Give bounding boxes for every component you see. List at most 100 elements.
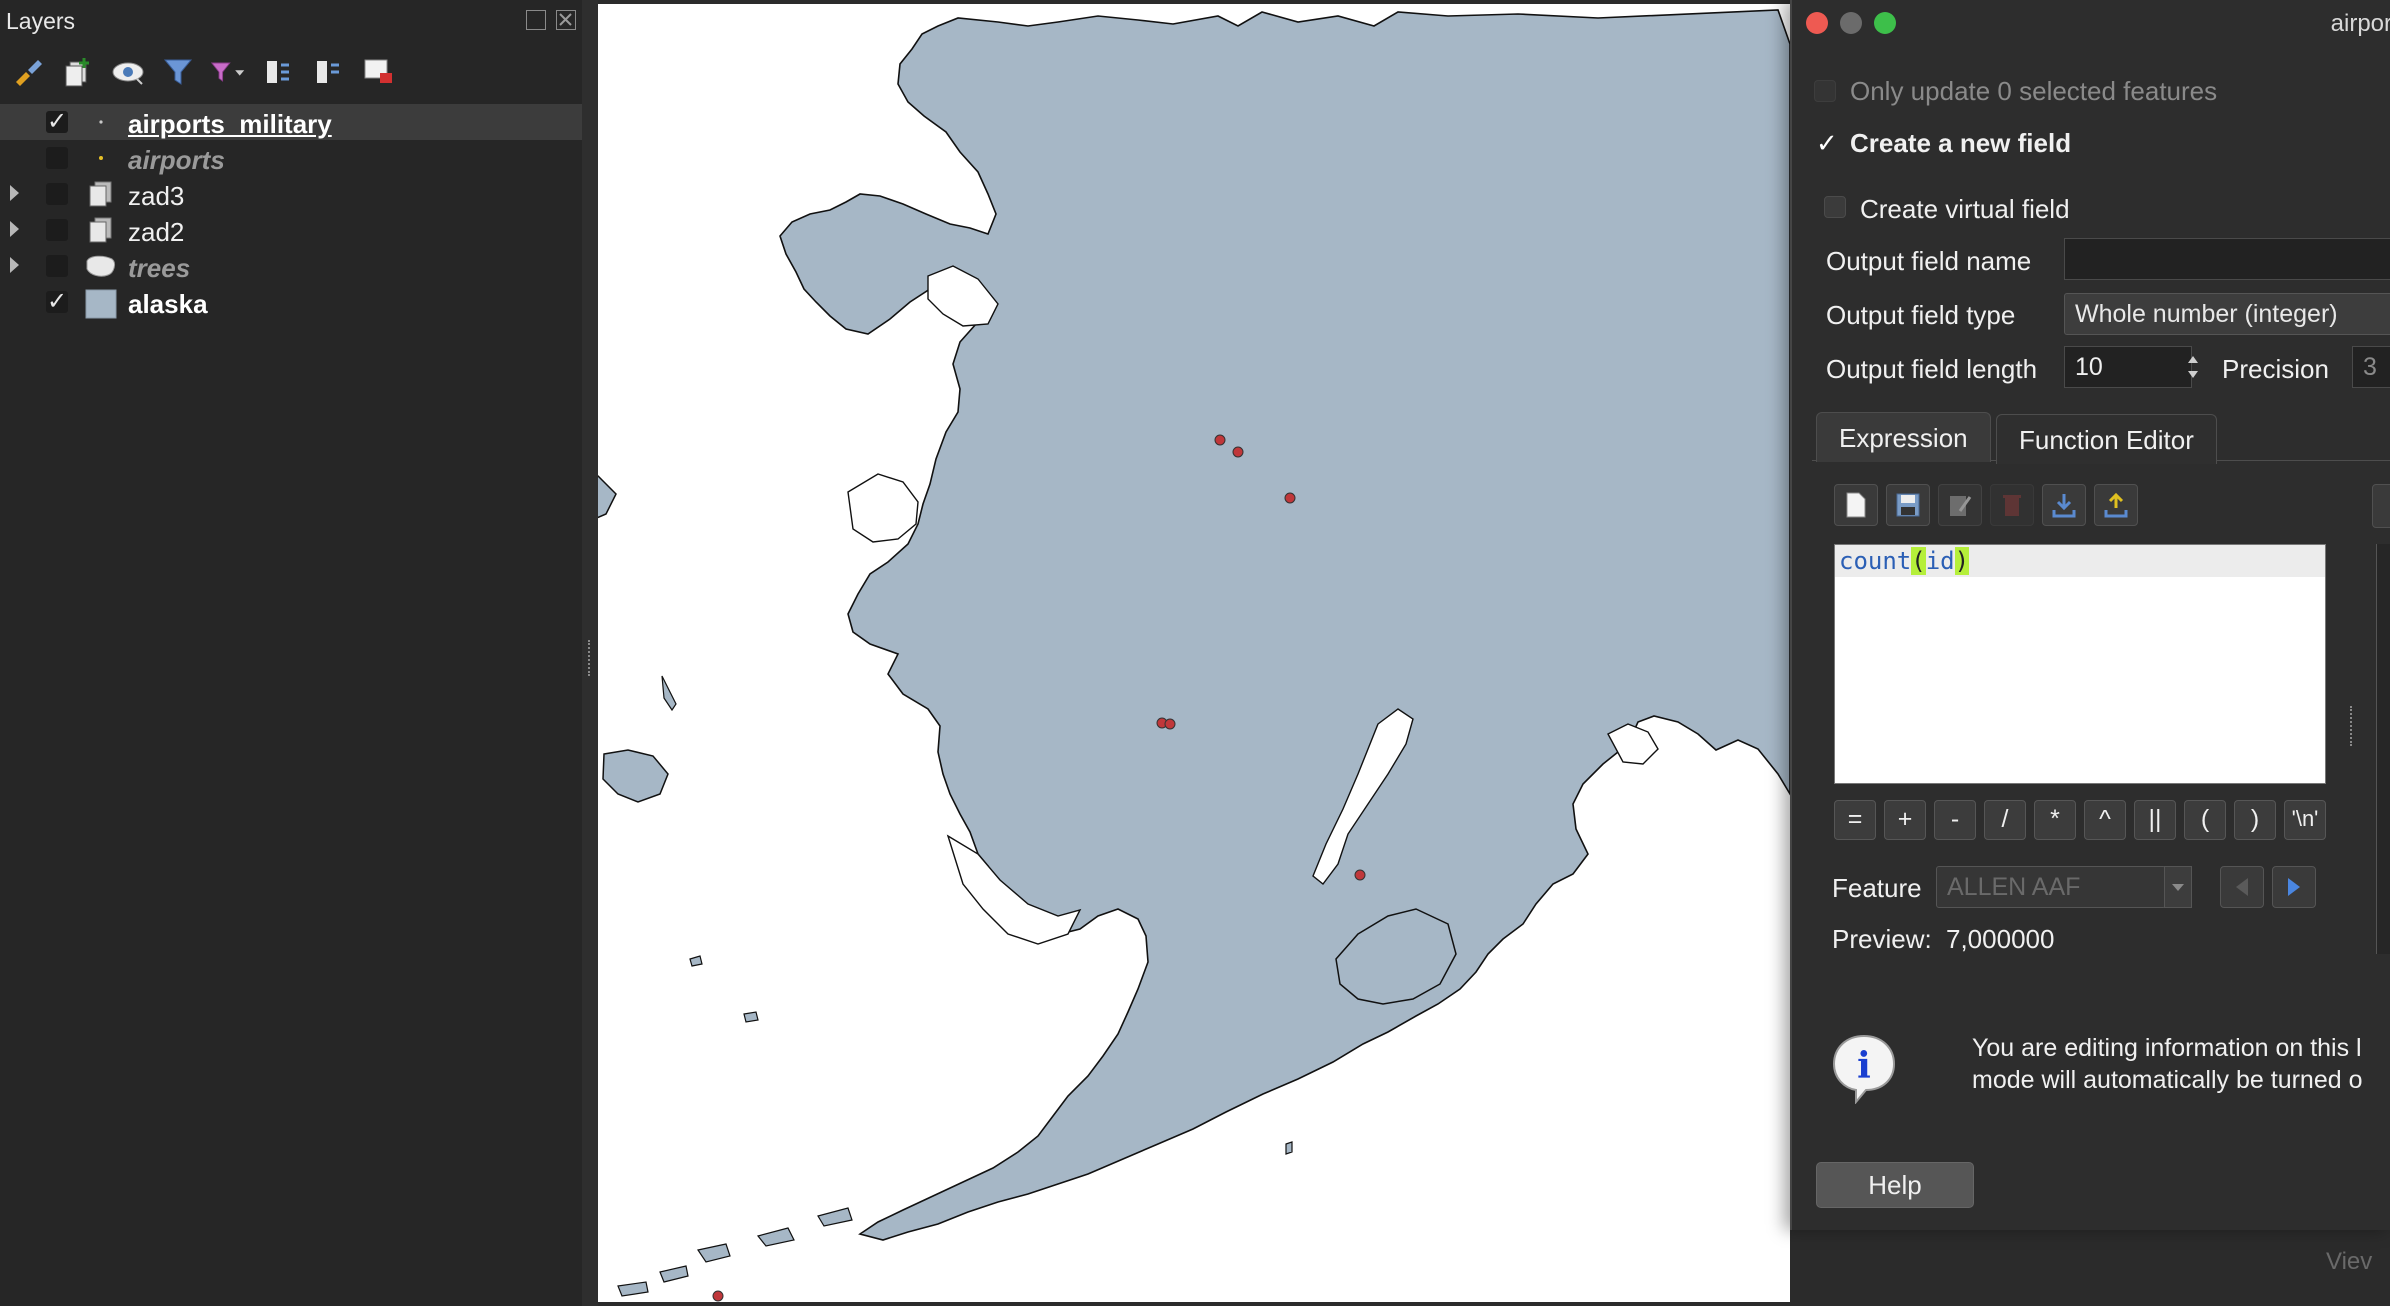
st-lawrence-island [598, 475, 617, 519]
operator-plus-button[interactable]: + [1884, 800, 1926, 840]
minimize-window-button[interactable] [1840, 12, 1862, 34]
feature-dropdown-arrow-icon[interactable] [2164, 866, 2192, 908]
point-layer-icon [84, 145, 118, 171]
filter-expression-icon[interactable] [210, 54, 246, 90]
polygon-layer-icon [84, 253, 118, 279]
expand-arrow-icon[interactable] [10, 185, 19, 201]
output-type-select[interactable]: Whole number (integer) [2064, 293, 2390, 335]
info-message-line1: You are editing information on this l [1972, 1034, 2362, 1062]
operator-open-paren-button[interactable]: ( [2184, 800, 2226, 840]
import-icon[interactable] [2042, 484, 2086, 526]
create-field-label: Create a new field [1850, 128, 2072, 158]
nunivak-island [602, 749, 669, 803]
layer-row-airports[interactable]: airports [0, 140, 582, 176]
info-message-line2: mode will automatically be turned o [1972, 1066, 2363, 1094]
create-field-check-icon[interactable]: ✓ [1816, 128, 1838, 159]
zoom-window-button[interactable] [1874, 12, 1896, 34]
visibility-eye-icon[interactable] [110, 54, 146, 90]
layer-row-trees[interactable]: trees [0, 248, 582, 284]
create-virtual-checkbox[interactable] [1824, 196, 1846, 218]
expression-close-paren: ) [1954, 547, 1970, 575]
output-length-label: Output field length [1826, 354, 2038, 384]
map-canvas[interactable] [598, 4, 1790, 1302]
operator-close-paren-button[interactable]: ) [2234, 800, 2276, 840]
layer-visibility-checkbox[interactable] [46, 219, 68, 241]
airport-point[interactable] [1354, 869, 1366, 881]
precision-spinbox[interactable]: 3 [2352, 346, 2390, 388]
delete-icon[interactable] [1990, 484, 2034, 526]
airport-point[interactable] [1284, 492, 1296, 504]
filter-icon[interactable] [160, 54, 196, 90]
expand-arrow-icon[interactable] [10, 221, 19, 237]
close-panel-icon[interactable] [556, 10, 576, 30]
info-icon: i [1830, 1032, 1898, 1109]
airport-point[interactable] [1232, 446, 1244, 458]
layer-row-alaska[interactable]: ✓ alaska [0, 284, 582, 320]
expression-editor[interactable]: count(id) [1834, 544, 2326, 784]
add-group-icon[interactable] [60, 54, 96, 90]
previous-feature-button[interactable] [2220, 866, 2264, 908]
group-icon [84, 181, 118, 207]
expand-arrow-icon[interactable] [10, 257, 19, 273]
expression-field: id [1925, 547, 1955, 575]
layer-name: airports [128, 145, 225, 175]
function-search-box[interactable] [2372, 484, 2390, 528]
tab-expression[interactable]: Expression [1816, 412, 1991, 462]
layer-row-airports-military[interactable]: ✓ airports_military [0, 104, 582, 140]
layer-visibility-checkbox[interactable]: ✓ [46, 290, 68, 314]
splitter-grip-icon [588, 640, 594, 676]
length-spin-arrows-icon[interactable] [2184, 350, 2202, 384]
preview-label: Preview: [1832, 924, 1932, 954]
next-feature-button[interactable] [2272, 866, 2316, 908]
layer-row-zad3[interactable]: zad3 [0, 176, 582, 212]
layers-toolbar [10, 52, 396, 92]
help-button[interactable]: Help [1816, 1162, 1974, 1208]
layer-name: airports_military [128, 109, 332, 139]
output-length-spinbox[interactable]: 10 [2064, 346, 2192, 388]
only-update-label: Only update 0 selected features [1850, 76, 2218, 106]
operator-power-button[interactable]: ^ [2084, 800, 2126, 840]
operator-minus-button[interactable]: - [1934, 800, 1976, 840]
operator-equals-button[interactable]: = [1834, 800, 1876, 840]
layer-name: zad2 [128, 217, 185, 247]
group-icon [84, 217, 118, 243]
panel-splitter[interactable] [582, 0, 598, 1306]
layer-name: alaska [128, 289, 208, 319]
layer-name: trees [128, 253, 191, 283]
editor-splitter-grip-icon[interactable] [2350, 706, 2356, 746]
background-view-label: Viev [2326, 1248, 2373, 1275]
expand-all-icon[interactable] [260, 54, 296, 90]
save-icon[interactable] [1886, 484, 1930, 526]
operator-newline-button[interactable]: '\n' [2284, 800, 2326, 840]
export-icon[interactable] [2094, 484, 2138, 526]
new-file-icon[interactable] [1834, 484, 1878, 526]
polygon-fill-icon [84, 289, 118, 319]
layer-name: zad3 [128, 181, 185, 211]
airport-point[interactable] [1164, 718, 1176, 730]
layers-panel-title: Layers [6, 8, 76, 34]
airport-point[interactable] [1214, 434, 1226, 446]
function-list-panel[interactable] [2376, 544, 2390, 954]
output-name-input[interactable] [2064, 238, 2390, 280]
layer-visibility-checkbox[interactable] [46, 183, 68, 205]
tab-function-editor[interactable]: Function Editor [1996, 414, 2217, 464]
close-window-button[interactable] [1806, 12, 1828, 34]
float-panel-icon[interactable] [526, 10, 546, 30]
only-update-checkbox[interactable] [1814, 80, 1836, 102]
operator-concat-button[interactable]: || [2134, 800, 2176, 840]
layer-row-zad2[interactable]: zad2 [0, 212, 582, 248]
style-brush-icon[interactable] [10, 54, 46, 90]
layer-visibility-checkbox[interactable]: ✓ [46, 110, 68, 134]
output-type-label: Output field type [1826, 300, 2016, 330]
point-layer-icon [84, 109, 118, 135]
collapse-all-icon[interactable] [310, 54, 346, 90]
operator-divide-button[interactable]: / [1984, 800, 2026, 840]
feature-select[interactable]: ALLEN AAF [1936, 866, 2166, 908]
edit-icon[interactable] [1938, 484, 1982, 526]
airport-point[interactable] [712, 1290, 724, 1302]
layer-visibility-checkbox[interactable] [46, 147, 68, 169]
expression-function: count [1839, 547, 1912, 575]
remove-layer-icon[interactable] [360, 54, 396, 90]
operator-multiply-button[interactable]: * [2034, 800, 2076, 840]
layer-visibility-checkbox[interactable] [46, 255, 68, 277]
